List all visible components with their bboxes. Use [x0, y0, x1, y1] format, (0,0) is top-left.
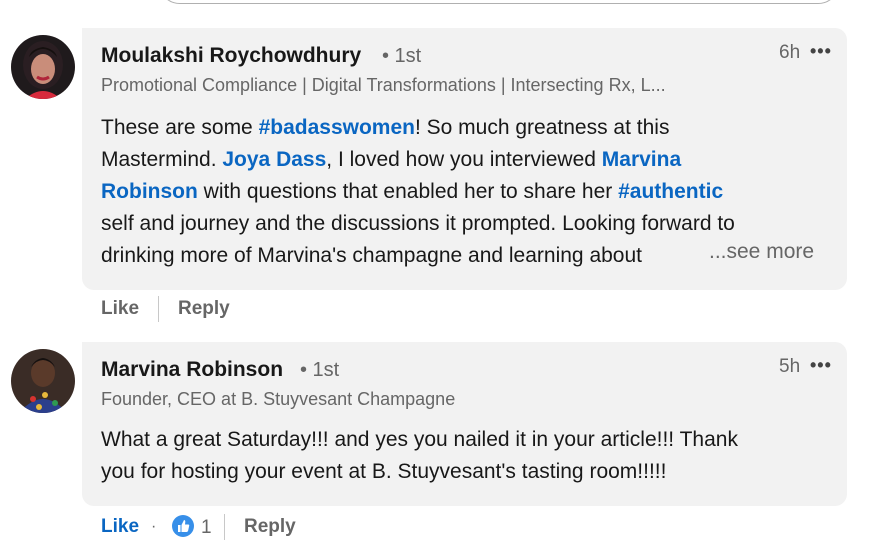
action-divider	[158, 296, 159, 322]
comment-time: 5h	[779, 356, 801, 377]
like-button[interactable]: Like	[101, 516, 139, 538]
hashtag-link[interactable]: #authentic	[618, 180, 723, 203]
thumbs-up-icon[interactable]	[172, 515, 194, 537]
avatar[interactable]	[11, 349, 75, 413]
mention-link[interactable]: Robinson	[101, 180, 198, 203]
avatar-photo	[11, 35, 75, 99]
text-segment: , I loved how you interviewed	[326, 148, 602, 171]
text-segment: What a great Saturday!!! and yes you nai…	[101, 428, 738, 451]
commenter-name[interactable]: Marvina Robinson	[101, 358, 283, 382]
text-segment: ! So much greatness at this	[414, 116, 670, 139]
see-more-link[interactable]: ...see more	[701, 240, 815, 264]
avatar-photo	[11, 349, 75, 413]
comment-text: What a great Saturday!!! and yes you nai…	[101, 424, 738, 488]
more-options-icon[interactable]: •••	[810, 355, 832, 376]
hashtag-link[interactable]: #badasswomen	[259, 116, 415, 139]
comment-text: These are some #badasswomen! So much gre…	[101, 112, 735, 272]
avatar[interactable]	[11, 35, 75, 99]
more-options-icon[interactable]: •••	[810, 41, 832, 62]
commenter-name[interactable]: Moulakshi Roychowdhury	[101, 44, 361, 68]
reaction-count[interactable]: 1	[201, 517, 212, 539]
separator-dot: ·	[151, 518, 157, 535]
commenter-headline: Founder, CEO at B. Stuyvesant Champagne	[101, 389, 456, 409]
mention-link[interactable]: Joya Dass	[222, 148, 326, 171]
comment-input-box[interactable]	[158, 0, 840, 4]
comment-bubble: Moulakshi Roychowdhury • 1st Promotional…	[82, 28, 847, 290]
comment-time: 6h	[779, 42, 801, 63]
like-button[interactable]: Like	[101, 298, 139, 320]
connection-degree: • 1st	[300, 359, 340, 381]
connection-degree: • 1st	[382, 45, 422, 67]
text-segment: drinking more of Marvina's champagne and…	[101, 244, 642, 267]
mention-link[interactable]: Marvina	[602, 148, 681, 171]
reply-button[interactable]: Reply	[244, 516, 296, 538]
commenter-headline: Promotional Compliance | Digital Transfo…	[101, 75, 666, 95]
text-segment: Mastermind.	[101, 148, 223, 171]
action-divider	[224, 514, 225, 540]
text-segment: with questions that enabled her to share…	[197, 180, 619, 203]
text-segment: self and journey and the discussions it …	[101, 212, 735, 235]
text-segment: you for hosting your event at B. Stuyves…	[101, 460, 667, 483]
comment-bubble: Marvina Robinson • 1st Founder, CEO at B…	[82, 342, 847, 506]
text-segment: These are some	[101, 116, 259, 139]
reply-button[interactable]: Reply	[178, 298, 230, 320]
